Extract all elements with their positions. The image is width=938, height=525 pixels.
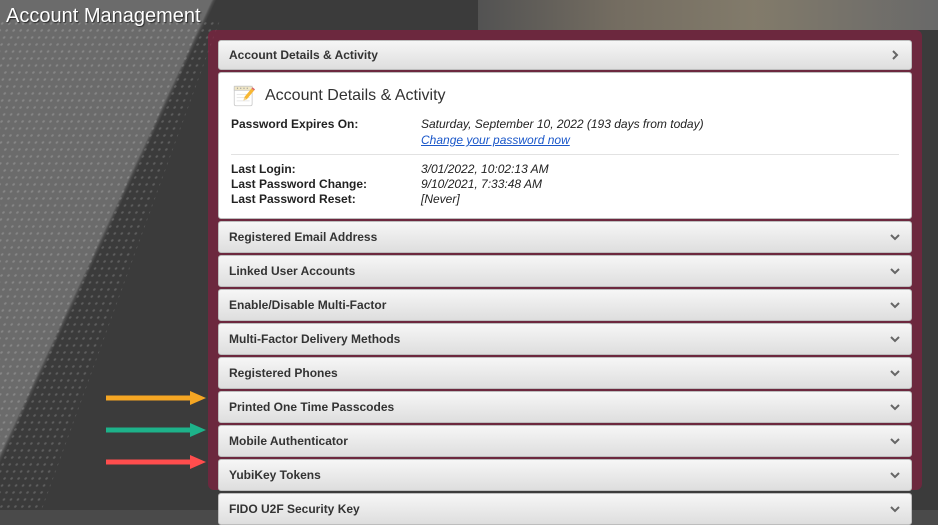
label-last-login: Last Login: — [231, 162, 421, 176]
accordion-header-label: Linked User Accounts — [229, 264, 355, 278]
page-title: Account Management — [6, 5, 201, 28]
divider — [231, 154, 899, 155]
value-last-login: 3/01/2022, 10:02:13 AM — [421, 162, 899, 176]
account-panel: Account Details & Activity — [208, 30, 922, 490]
section-title: Account Details & Activity — [265, 87, 446, 105]
accordion-header-mfa-delivery[interactable]: Multi-Factor Delivery Methods — [218, 323, 912, 355]
value-pw-expires: Saturday, September 10, 2022 (193 days f… — [421, 117, 899, 131]
chevron-down-icon — [889, 299, 901, 311]
change-password-link[interactable]: Change your password now — [421, 133, 899, 147]
accordion-header-label: Printed One Time Passcodes — [229, 400, 394, 414]
chevron-down-icon — [889, 401, 901, 413]
details-grid: Password Expires On: Saturday, September… — [231, 117, 899, 206]
accordion-header-label: Mobile Authenticator — [229, 434, 348, 448]
background-photo-strip — [478, 0, 938, 30]
chevron-down-icon — [889, 503, 901, 515]
label-last-pw-change: Last Password Change: — [231, 177, 421, 191]
chevron-down-icon — [889, 333, 901, 345]
accordion-header-label: Multi-Factor Delivery Methods — [229, 332, 400, 346]
accordion-header-label: YubiKey Tokens — [229, 468, 321, 482]
accordion-body-account-details: Account Details & Activity Password Expi… — [218, 72, 912, 219]
accordion-header-label: Enable/Disable Multi-Factor — [229, 298, 386, 312]
chevron-down-icon — [889, 265, 901, 277]
accordion-header-printed-otp[interactable]: Printed One Time Passcodes — [218, 391, 912, 423]
chevron-down-icon — [889, 367, 901, 379]
accordion-header-label: Registered Phones — [229, 366, 338, 380]
arrow-orange-icon — [106, 391, 206, 405]
arrow-teal-icon — [106, 423, 206, 437]
arrow-red-icon — [106, 455, 206, 469]
value-last-pw-change: 9/10/2021, 7:33:48 AM — [421, 177, 899, 191]
accordion-header-label: FIDO U2F Security Key — [229, 502, 360, 516]
accordion-header-label: Account Details & Activity — [229, 48, 378, 62]
accordion-header-mobile-authenticator[interactable]: Mobile Authenticator — [218, 425, 912, 457]
chevron-down-icon — [889, 469, 901, 481]
chevron-right-icon — [889, 49, 901, 61]
accordion-header-linked-accounts[interactable]: Linked User Accounts — [218, 255, 912, 287]
label-last-pw-reset: Last Password Reset: — [231, 192, 421, 206]
accordion: Account Details & Activity — [218, 40, 912, 525]
accordion-header-enable-mfa[interactable]: Enable/Disable Multi-Factor — [218, 289, 912, 321]
notepad-icon — [231, 83, 257, 109]
accordion-header-registered-phones[interactable]: Registered Phones — [218, 357, 912, 389]
accordion-header-fido-u2f[interactable]: FIDO U2F Security Key — [218, 493, 912, 525]
accordion-header-registered-email[interactable]: Registered Email Address — [218, 221, 912, 253]
chevron-down-icon — [889, 435, 901, 447]
accordion-header-yubikey[interactable]: YubiKey Tokens — [218, 459, 912, 491]
accordion-header-label: Registered Email Address — [229, 230, 377, 244]
chevron-down-icon — [889, 231, 901, 243]
accordion-header-account-details[interactable]: Account Details & Activity — [218, 40, 912, 70]
value-last-pw-reset: [Never] — [421, 192, 899, 206]
label-pw-expires: Password Expires On: — [231, 117, 421, 147]
